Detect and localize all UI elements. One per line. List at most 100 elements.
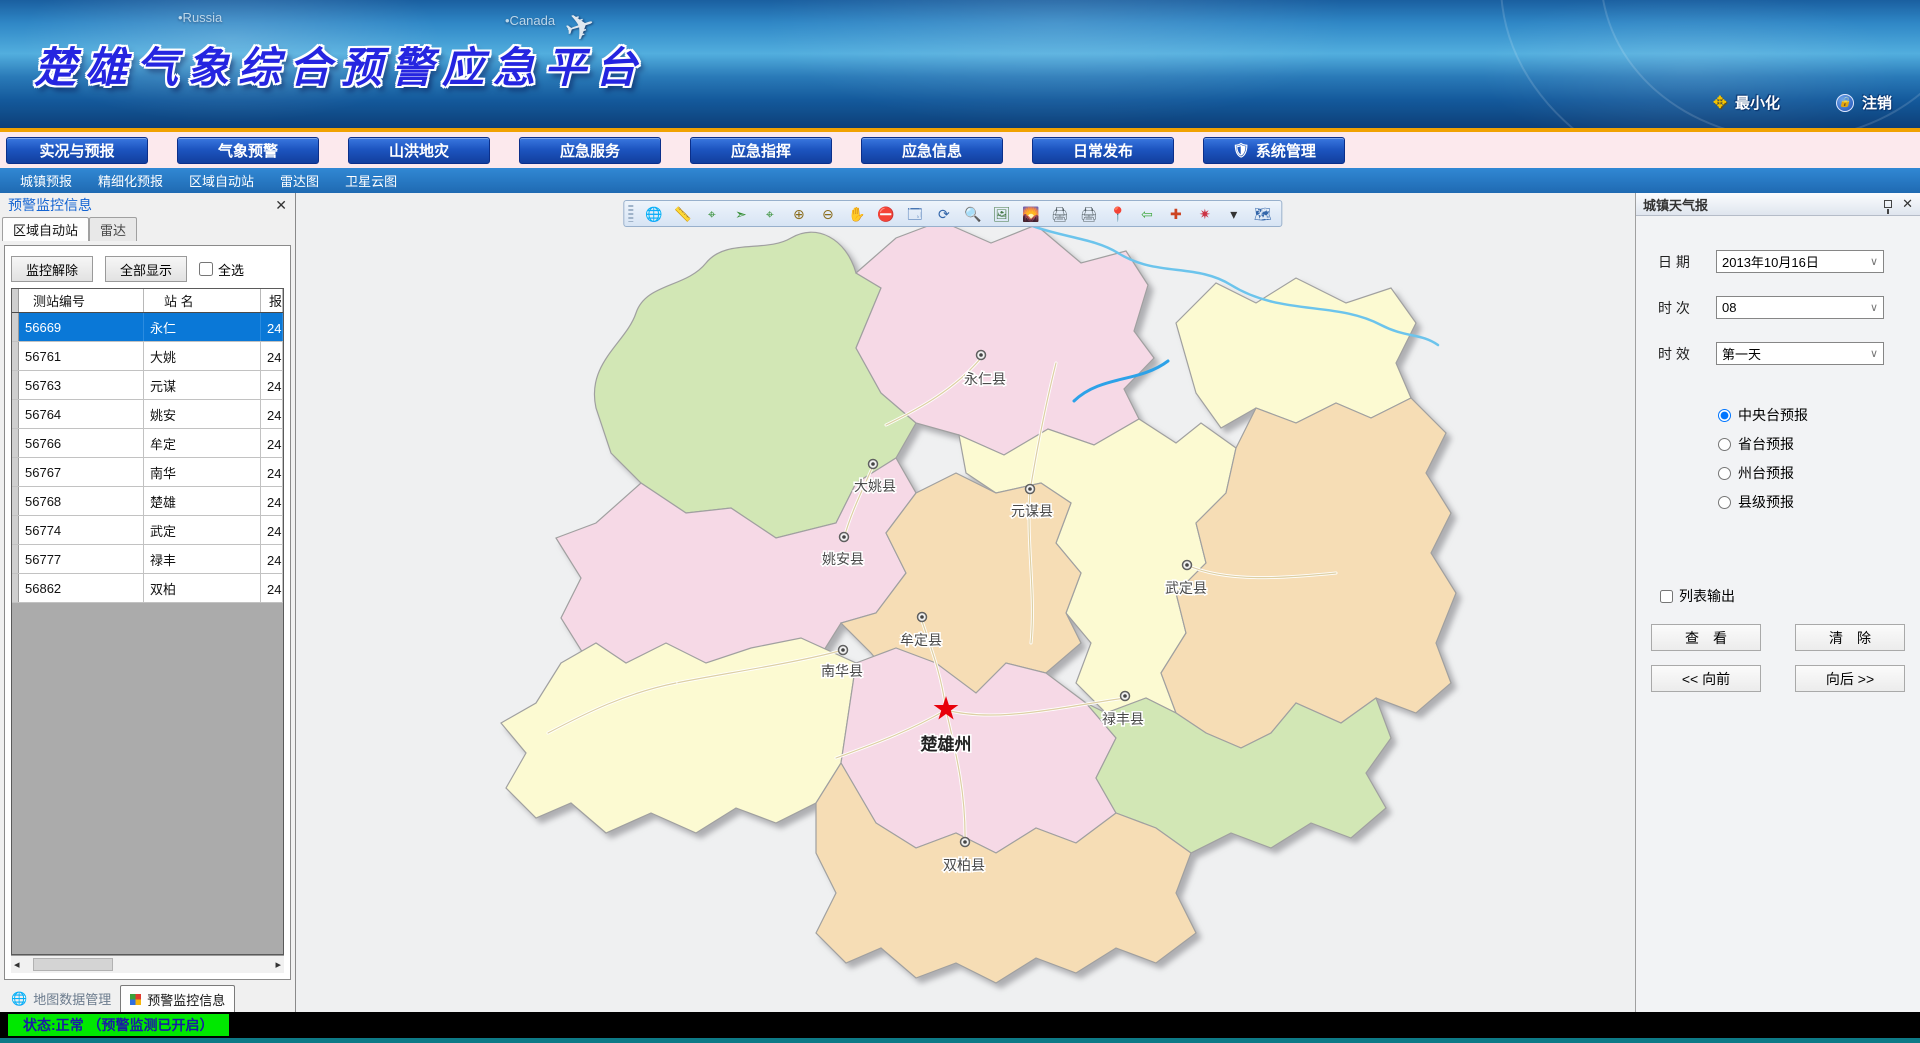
radio-province-forecast-label: 省台预报 [1738, 434, 1794, 454]
print-icon[interactable]: 🖨 [1050, 204, 1070, 224]
worldmap-label-russia: •Russia [178, 10, 222, 25]
right-panel-close-icon[interactable]: ✕ [1902, 196, 1913, 212]
stop-icon[interactable]: ⛔ [876, 204, 896, 224]
main-tab-label: 应急指挥 [731, 140, 791, 161]
overview-map-icon[interactable]: 🌄 [1021, 204, 1041, 224]
subnav-item-2[interactable]: 区域自动站 [189, 171, 254, 190]
window-layout-icon[interactable]: 🗔 [905, 204, 925, 224]
lp-tab-radar[interactable]: 雷达 [89, 217, 137, 241]
tab-weather-warning[interactable]: 气象预警 [177, 137, 319, 164]
subnav-item-3[interactable]: 雷达图 [280, 171, 319, 190]
col-header-station-name[interactable]: 站 名 [144, 289, 261, 312]
logout-button[interactable]: 🔒 注销 [1836, 92, 1892, 113]
date-select[interactable]: 2013年10月16日∨ [1716, 250, 1884, 273]
add-layer-icon[interactable]: ✚ [1166, 204, 1186, 224]
lp-tab-regional-stations[interactable]: 区域自动站 [2, 217, 89, 241]
zoom-out-icon[interactable]: ⊖ [818, 204, 838, 224]
back-icon[interactable]: ⇦ [1137, 204, 1157, 224]
col-header-station-id[interactable]: 测站编号 [19, 289, 144, 312]
tab-emergency-info[interactable]: 应急信息 [861, 137, 1003, 164]
minimize-button[interactable]: ✥ 最小化 [1713, 92, 1780, 113]
tab-flood-geohazard[interactable]: 山洪地灾 [348, 137, 490, 164]
circle-select-icon[interactable]: ⌖ [760, 204, 780, 224]
scroll-left-arrow[interactable]: ◂ [14, 958, 20, 971]
next-button[interactable]: 向后 >> [1795, 665, 1905, 692]
h-scrollbar[interactable]: ◂ ▸ [11, 955, 284, 973]
view-button[interactable]: 查 看 [1651, 624, 1761, 651]
station-row[interactable]: 56761大姚24小 [12, 342, 283, 371]
row-header-strip [12, 429, 19, 457]
field-row: 日 期2013年10月16日∨ [1658, 250, 1920, 273]
image-export-icon[interactable]: 🖼 [992, 204, 1012, 224]
station-row[interactable]: 56669永仁24小 [12, 313, 283, 342]
refresh-icon[interactable]: ⟳ [934, 204, 954, 224]
scroll-right-arrow[interactable]: ▸ [275, 958, 281, 971]
station-alert-cell: 24小 [261, 342, 283, 370]
station-row[interactable]: 56767南华24小 [12, 458, 283, 487]
radio-province-forecast-input[interactable] [1718, 438, 1731, 451]
tab-daily-release[interactable]: 日常发布 [1032, 137, 1174, 164]
radio-province-forecast[interactable]: 省台预报 [1718, 434, 1920, 454]
globe-icon[interactable]: 🌐 [644, 204, 664, 224]
county-seat-marker [977, 351, 986, 360]
flash-point-icon[interactable]: ✷ [1195, 204, 1215, 224]
station-id-cell: 56768 [19, 487, 144, 515]
select-all-checkbox[interactable] [199, 262, 213, 276]
station-alert-cell: 24小 [261, 429, 283, 457]
clear-button[interactable]: 清 除 [1795, 624, 1905, 651]
prev-button[interactable]: << 向前 [1651, 665, 1761, 692]
hour-select[interactable]: 08∨ [1716, 296, 1884, 319]
caret-down-icon[interactable]: ▾ [1224, 204, 1244, 224]
radio-prefecture-forecast-input[interactable] [1718, 467, 1731, 480]
radio-county-forecast-input[interactable] [1718, 496, 1731, 509]
station-id-cell: 56767 [19, 458, 144, 486]
radio-county-forecast[interactable]: 县级预报 [1718, 492, 1920, 512]
release-monitor-button[interactable]: 监控解除 [11, 256, 93, 282]
pin-icon[interactable] [1884, 200, 1892, 208]
station-row[interactable]: 56766牟定24小 [12, 429, 283, 458]
period-select[interactable]: 第一天∨ [1716, 342, 1884, 365]
subnav-item-1[interactable]: 精细化预报 [98, 171, 163, 190]
radio-central-forecast-input[interactable] [1718, 409, 1731, 422]
station-row[interactable]: 56777禄丰24小 [12, 545, 283, 574]
station-row[interactable]: 56764姚安24小 [12, 400, 283, 429]
legend-icon[interactable]: 🗺 [1253, 204, 1273, 224]
county-label: 南华县 [821, 663, 863, 679]
tab-emergency-command[interactable]: 应急指挥 [690, 137, 832, 164]
county-seat-marker [918, 613, 927, 622]
map-canvas[interactable]: 永仁县大姚县元谋县姚安县武定县牟定县南华县禄丰县双柏县楚雄州 [296, 193, 1635, 1012]
app-window: •Russia •Canada ✈ 楚雄气象综合预警应急平台 ✥ 最小化 🔒 注… [0, 0, 1920, 1043]
station-name-cell: 禄丰 [144, 545, 261, 573]
radio-prefecture-forecast[interactable]: 州台预报 [1718, 463, 1920, 483]
place-marker-icon[interactable]: 📍 [1108, 204, 1128, 224]
bottab-warning-monitor[interactable]: 预警监控信息 [120, 985, 235, 1012]
pointer-select-icon[interactable]: ➣ [731, 204, 751, 224]
station-row[interactable]: 56768楚雄24小 [12, 487, 283, 516]
period-select-value: 第一天 [1722, 344, 1870, 363]
station-id-cell: 56763 [19, 371, 144, 399]
list-output-label: 列表输出 [1679, 586, 1735, 606]
station-row[interactable]: 56763元谋24小 [12, 371, 283, 400]
tab-live-forecast[interactable]: 实况与预报 [6, 137, 148, 164]
scroll-thumb[interactable] [33, 958, 113, 971]
print-setup-icon[interactable]: 🖨 [1079, 204, 1099, 224]
station-row[interactable]: 56774武定24小 [12, 516, 283, 545]
station-id-cell: 56777 [19, 545, 144, 573]
list-output-checkbox[interactable] [1660, 590, 1673, 603]
subnav-item-4[interactable]: 卫星云图 [345, 171, 397, 190]
show-all-button[interactable]: 全部显示 [105, 256, 187, 282]
left-panel-close-icon[interactable]: ✕ [275, 197, 287, 214]
tab-emergency-service[interactable]: 应急服务 [519, 137, 661, 164]
status-badge: 状态:正常 （预警监测已开启） [8, 1014, 229, 1036]
pan-icon[interactable]: ✋ [847, 204, 867, 224]
zoom-in-icon[interactable]: ⊕ [789, 204, 809, 224]
col-header-alert[interactable]: 报警 [261, 289, 283, 312]
zoom-box-select-icon[interactable]: ⌖ [702, 204, 722, 224]
identify-icon[interactable]: 🔍 [963, 204, 983, 224]
radio-central-forecast[interactable]: 中央台预报 [1718, 405, 1920, 425]
measure-icon[interactable]: 📏 [673, 204, 693, 224]
tab-system-admin[interactable]: 🛡系统管理 [1203, 137, 1345, 164]
bottab-map-data[interactable]: 🌐 地图数据管理 [2, 985, 120, 1012]
station-row[interactable]: 56862双柏24小 [12, 574, 283, 603]
subnav-item-0[interactable]: 城镇预报 [20, 171, 72, 190]
